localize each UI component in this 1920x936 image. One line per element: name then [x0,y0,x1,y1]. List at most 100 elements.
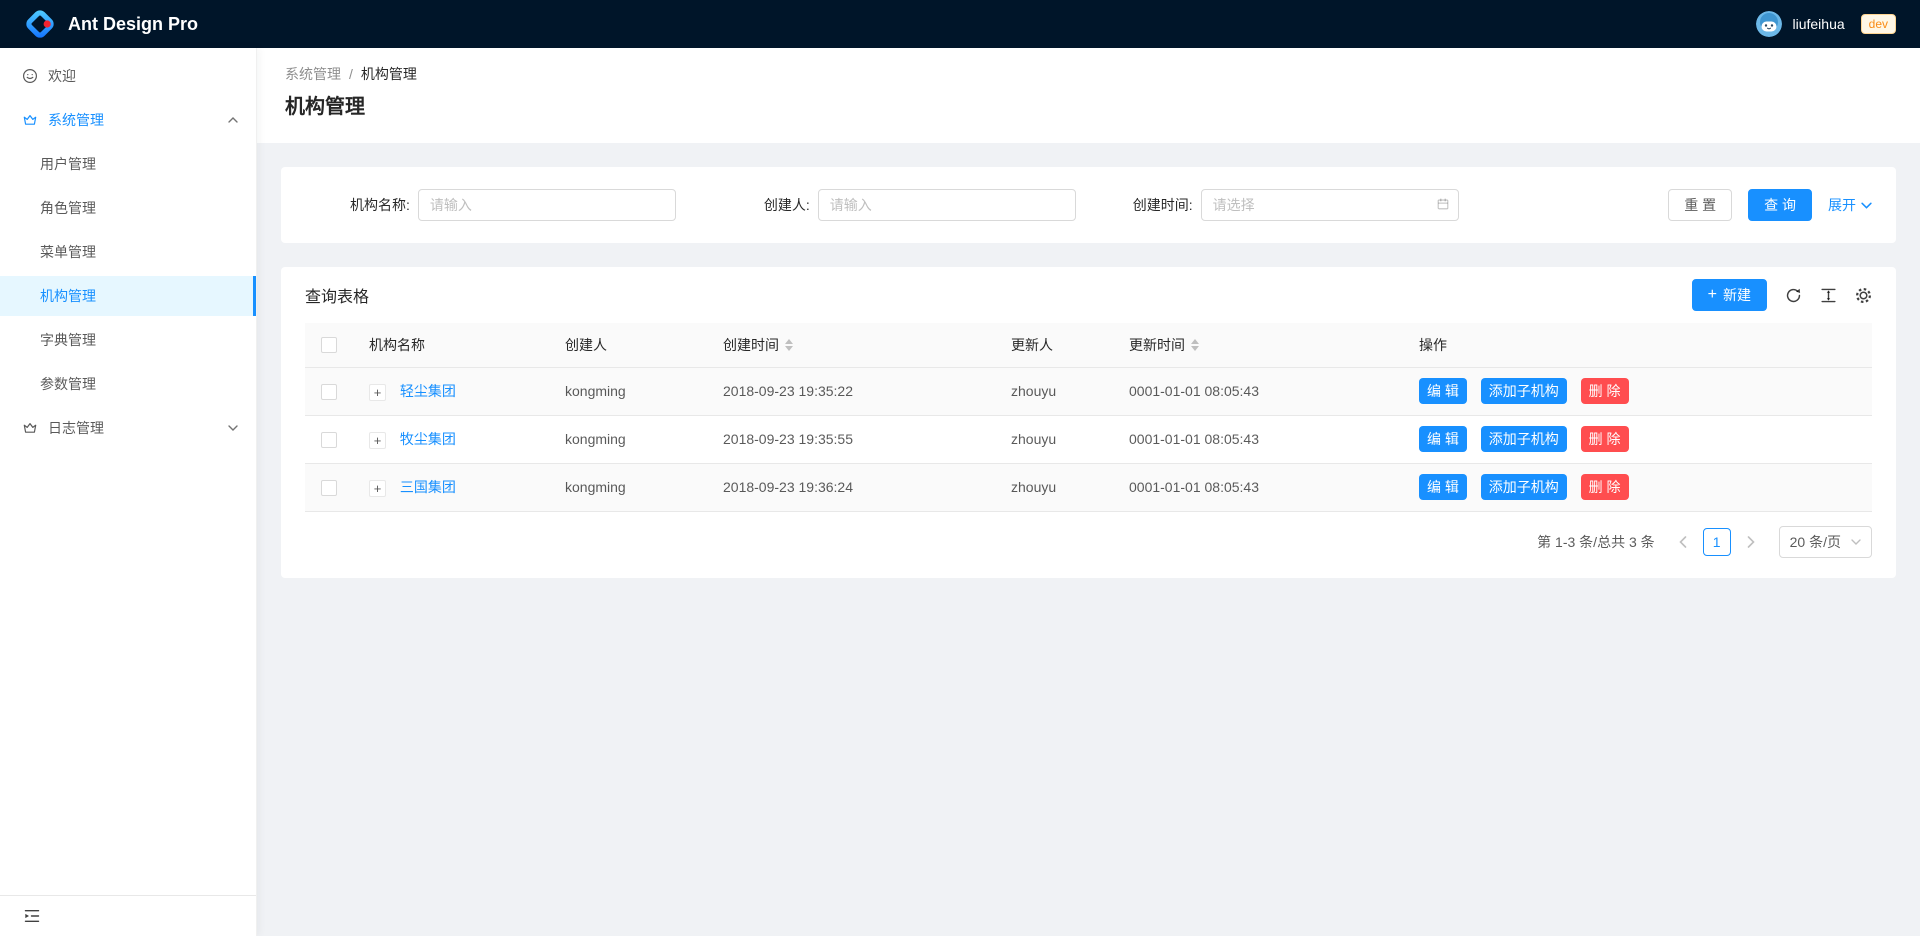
column-header-updater: 更新人 [995,323,1113,367]
menu-fold-icon[interactable] [24,908,40,924]
cell-updater: zhouyu [995,463,1113,511]
sidebar-item-label: 机构管理 [40,286,96,306]
select-all-checkbox[interactable] [321,337,337,353]
sort-update-time[interactable]: 更新时间 [1129,335,1199,355]
chevron-down-icon [1851,539,1861,545]
delete-button[interactable]: 删 除 [1581,474,1629,500]
username[interactable]: liufeihua [1792,16,1844,32]
table-title: 查询表格 [305,283,369,307]
sidebar: 欢迎 系统管理 用户管理 [0,48,257,936]
form-item-creator: 创建人: [764,189,1076,221]
sort-create-time[interactable]: 创建时间 [723,335,793,355]
sidebar-item-param-mgmt[interactable]: 参数管理 [0,364,256,404]
sidebar-item-label: 用户管理 [40,154,96,174]
cell-update-time: 0001-01-01 08:05:43 [1113,367,1403,415]
next-page-icon[interactable] [1739,528,1763,556]
page-size-select[interactable]: 20 条/页 [1779,526,1872,558]
table-row: + 三国集团 kongming 2018-09-23 19:36:24 zhou… [305,463,1872,511]
reload-icon[interactable] [1785,287,1802,304]
cell-create-time: 2018-09-23 19:35:55 [707,415,995,463]
breadcrumb-item-org-mgmt: 机构管理 [361,66,417,82]
expand-label: 展开 [1828,195,1856,215]
edit-button[interactable]: 编 辑 [1419,474,1467,500]
main-content: 系统管理/机构管理 机构管理 机构名称: 创建人: 创建时间: [257,48,1920,936]
cell-creator: kongming [549,463,707,511]
cell-update-time: 0001-01-01 08:05:43 [1113,463,1403,511]
create-time-picker[interactable] [1201,189,1459,221]
page-size-value: 20 条/页 [1790,532,1841,552]
cell-creator: kongming [549,367,707,415]
sidebar-item-org-mgmt[interactable]: 机构管理 [0,276,256,316]
column-header-update-time: 更新时间 [1113,323,1403,367]
reset-button[interactable]: 重 置 [1668,189,1732,221]
search-form-buttons: 重 置 查 询 展开 [1668,189,1872,221]
pagination: 第 1-3 条/总共 3 条 1 20 条/页 [281,512,1896,562]
row-checkbox[interactable] [321,480,337,496]
chevron-up-icon [228,117,238,123]
sidebar-item-system-mgmt[interactable]: 系统管理 [0,100,256,140]
create-time-label: 创建时间: [1133,195,1193,215]
smile-icon [22,68,38,84]
sidebar-item-log-mgmt[interactable]: 日志管理 [0,408,256,448]
sidebar-item-user-mgmt[interactable]: 用户管理 [0,144,256,184]
sidebar-item-label: 参数管理 [40,374,96,394]
expand-row-button[interactable]: + [369,432,386,449]
row-checkbox[interactable] [321,432,337,448]
page-number-1[interactable]: 1 [1703,528,1731,556]
content-area: 机构名称: 创建人: 创建时间: [257,143,1920,936]
org-name-link[interactable]: 牧尘集团 [400,431,456,447]
row-checkbox[interactable] [321,384,337,400]
sidebar-item-label: 菜单管理 [40,242,96,262]
org-name-link[interactable]: 三国集团 [400,479,456,495]
env-tag: dev [1861,14,1896,34]
sidebar-item-label: 日志管理 [48,418,104,438]
edit-button[interactable]: 编 辑 [1419,426,1467,452]
form-item-org-name: 机构名称: [350,189,676,221]
sidebar-item-label: 角色管理 [40,198,96,218]
org-name-link[interactable]: 轻尘集团 [400,383,456,399]
sidebar-menu: 欢迎 系统管理 用户管理 [0,48,256,448]
add-child-org-button[interactable]: 添加子机构 [1481,474,1567,500]
add-child-org-button[interactable]: 添加子机构 [1481,426,1567,452]
density-icon[interactable] [1820,287,1837,304]
column-header-creator: 创建人 [549,323,707,367]
new-button[interactable]: + 新建 [1692,279,1767,311]
creator-input[interactable] [818,189,1076,221]
settings-gear-icon[interactable] [1855,287,1872,304]
expand-row-button[interactable]: + [369,384,386,401]
sidebar-item-role-mgmt[interactable]: 角色管理 [0,188,256,228]
sidebar-footer [0,895,256,936]
table-row: + 轻尘集团 kongming 2018-09-23 19:35:22 zhou… [305,367,1872,415]
query-button[interactable]: 查 询 [1748,189,1812,221]
column-header-name: 机构名称 [353,323,549,367]
chevron-down-icon [1861,202,1872,209]
sidebar-item-dict-mgmt[interactable]: 字典管理 [0,320,256,360]
expand-row-button[interactable]: + [369,480,386,497]
breadcrumb: 系统管理/机构管理 [285,63,1892,85]
logo-area[interactable]: Ant Design Pro [24,8,198,40]
sidebar-item-label: 系统管理 [48,110,104,130]
delete-button[interactable]: 删 除 [1581,378,1629,404]
app-root: Ant Design Pro liufeihua dev [0,0,1920,936]
sidebar-item-menu-mgmt[interactable]: 菜单管理 [0,232,256,272]
search-form-card: 机构名称: 创建人: 创建时间: [281,167,1896,243]
add-child-org-button[interactable]: 添加子机构 [1481,378,1567,404]
delete-button[interactable]: 删 除 [1581,426,1629,452]
org-name-input[interactable] [418,189,676,221]
table-wrapper: 机构名称 创建人 创建时间 更新人 [281,323,1896,512]
org-table: 机构名称 创建人 创建时间 更新人 [305,323,1872,512]
sidebar-item-label: 欢迎 [48,66,76,86]
breadcrumb-item-system-mgmt[interactable]: 系统管理 [285,66,341,82]
sorter-icon [785,339,793,351]
table-card-header: 查询表格 + 新建 [281,267,1896,323]
prev-page-icon[interactable] [1671,528,1695,556]
page-header: 系统管理/机构管理 机构管理 [257,48,1920,143]
avatar[interactable] [1756,11,1782,37]
expand-toggle[interactable]: 展开 [1828,195,1872,215]
chevron-down-icon [228,425,238,431]
sidebar-item-welcome[interactable]: 欢迎 [0,56,256,96]
system-mgmt-submenu: 用户管理 角色管理 菜单管理 机构管理 字典管理 参数管理 [0,144,256,404]
edit-button[interactable]: 编 辑 [1419,378,1467,404]
app-title: Ant Design Pro [68,14,198,35]
sidebar-item-label: 字典管理 [40,330,96,350]
